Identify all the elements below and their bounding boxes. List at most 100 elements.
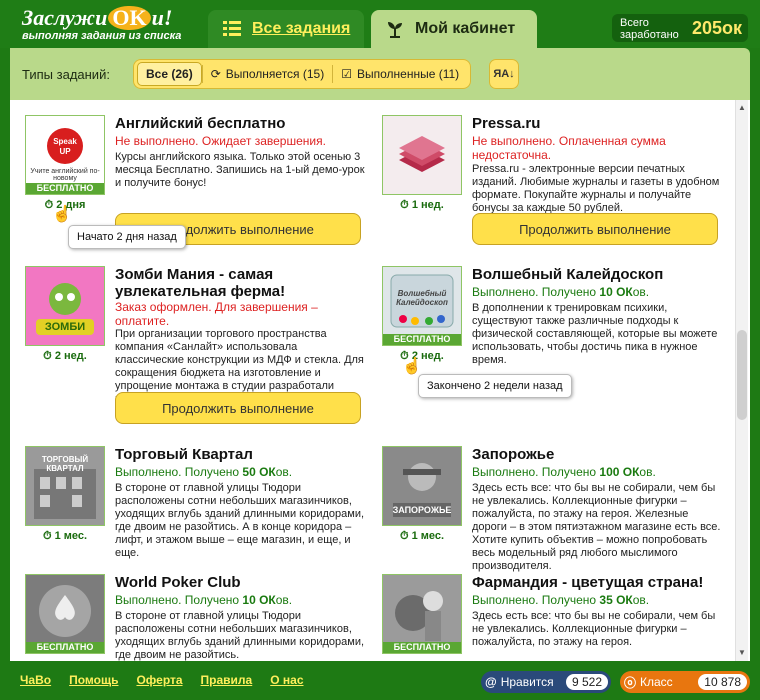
status-suffix: ов. bbox=[632, 593, 650, 607]
status-suffix: ов. bbox=[275, 465, 293, 479]
task-thumbnail[interactable]: Speak UP Учите английский по-новому БЕСПЛ… bbox=[25, 115, 105, 195]
filter-group: Все (26) ⟳ Выполняется (15) ☑ Выполненны… bbox=[133, 59, 472, 89]
free-badge: БЕСПЛАТНО bbox=[383, 642, 461, 653]
filter-done-button[interactable]: ☑ Выполненные (11) bbox=[333, 63, 467, 85]
status-prefix: Выполнено. Получено bbox=[472, 465, 600, 479]
task-thumbnail[interactable]: Волшебный Калейдоскоп БЕСПЛАТНО bbox=[382, 266, 462, 346]
scroll-down-icon[interactable]: ▼ bbox=[737, 647, 747, 659]
started-tooltip: Начато 2 дня назад bbox=[68, 225, 186, 249]
sort-alpha-icon: ЯA bbox=[493, 68, 510, 80]
logo-subtitle: выполняя задания из списка bbox=[22, 30, 182, 42]
task-thumbnail[interactable]: ЗОМБИ bbox=[25, 266, 105, 346]
duration: ⏱ 2 нед. bbox=[25, 350, 105, 363]
thumb-caption: ЗОМБИ bbox=[44, 321, 86, 333]
task-status: Выполнено. Получено 100 ОКов. bbox=[472, 465, 656, 479]
free-badge: БЕСПЛАТНО bbox=[26, 183, 104, 194]
task-thumbnail[interactable]: ТОРГОВЫЙ КВАРТАЛ bbox=[25, 446, 105, 526]
tab-my-cabinet-label: Мой кабинет bbox=[415, 20, 516, 37]
duration-text: 1 мес. bbox=[411, 530, 445, 542]
clock-icon: ⏱ bbox=[43, 350, 52, 362]
task-title[interactable]: Торговый Квартал bbox=[115, 446, 253, 463]
thumb-caption: Учите английский по-новому bbox=[30, 168, 100, 182]
status-amount: 10 ОК bbox=[599, 285, 633, 299]
task-thumbnail[interactable]: БЕСПЛАТНО bbox=[25, 574, 105, 654]
task-status: Выполнено. Получено 10 ОКов. bbox=[472, 285, 649, 299]
task-card: ЗАПОРОЖЬЕ ⏱ 1 мес. Запорожье Выполнено. … bbox=[382, 446, 722, 572]
task-title[interactable]: World Poker Club bbox=[115, 574, 241, 591]
hand-cursor-icon: ☝ bbox=[402, 358, 422, 375]
like-label: Нравится bbox=[500, 675, 554, 689]
scrollbar-thumb[interactable] bbox=[737, 330, 747, 420]
scroll-up-icon[interactable]: ▲ bbox=[737, 102, 747, 114]
filter-all-button[interactable]: Все (26) bbox=[137, 62, 202, 86]
duration: ⏱ 1 нед. bbox=[382, 199, 462, 212]
thumb-caption: ЗАПОРОЖЬЕ bbox=[392, 505, 452, 515]
status-suffix: ов. bbox=[639, 465, 656, 479]
task-thumbnail[interactable]: ЗАПОРОЖЬЕ bbox=[382, 446, 462, 526]
footer-links: ЧаВо Помощь Оферта Правила О нас bbox=[20, 673, 304, 687]
duration: ⏱ 2 нед. bbox=[382, 350, 462, 363]
like-button[interactable]: @ Нравится 9 522 bbox=[481, 671, 611, 693]
clock-icon: ⏱ bbox=[399, 530, 409, 542]
at-icon: @ bbox=[485, 675, 497, 689]
footer-link-about[interactable]: О нас bbox=[270, 673, 303, 687]
task-card: БЕСПЛАТНО World Poker Club Выполнено. По… bbox=[25, 574, 365, 661]
tab-all-tasks[interactable]: Все задания bbox=[208, 10, 364, 48]
task-title[interactable]: Английский бесплатно bbox=[115, 115, 285, 132]
continue-button[interactable]: Продолжить выполнение bbox=[472, 213, 718, 245]
tab-my-cabinet[interactable]: Мой кабинет bbox=[371, 10, 537, 48]
free-badge: БЕСПЛАТНО bbox=[383, 334, 461, 345]
sort-arrow-icon: ↓ bbox=[509, 68, 515, 80]
task-title[interactable]: Pressa.ru bbox=[472, 115, 540, 132]
header: Заслужи OK и! выполняя задания из списка… bbox=[0, 0, 760, 48]
refresh-icon: ⟳ bbox=[210, 67, 221, 81]
continue-button[interactable]: Продолжить выполнение bbox=[115, 392, 361, 424]
task-description: Pressa.ru - электронные версии печатных … bbox=[472, 163, 720, 214]
task-description: В стороне от главной улицы Тюдори распол… bbox=[115, 610, 365, 661]
task-description: Здесь есть все: что бы вы не собирали, ч… bbox=[472, 482, 721, 572]
thumb-caption: Волшебный Калейдоскоп bbox=[396, 289, 448, 307]
task-card: ТОРГОВЫЙ КВАРТАЛ ⏱ 1 мес. Торговый Кварт… bbox=[25, 446, 365, 559]
duration: ⏱ 1 мес. bbox=[25, 530, 105, 543]
task-title[interactable]: Фармандия - цветущая страна! bbox=[472, 574, 703, 591]
logo[interactable]: Заслужи OK и! выполняя задания из списка bbox=[22, 5, 182, 43]
sort-button[interactable]: ЯA ↓ bbox=[489, 59, 519, 89]
task-description: В дополнении к тренировкам психики, суще… bbox=[472, 302, 718, 366]
tab-all-tasks-label: Все задания bbox=[252, 20, 351, 37]
logo-title-a: Заслужи bbox=[22, 5, 108, 30]
logo-ok-badge: OK bbox=[108, 6, 151, 30]
footer-link-help[interactable]: Помощь bbox=[69, 673, 118, 687]
clock-icon: ⏱ bbox=[42, 530, 52, 542]
task-thumbnail[interactable] bbox=[382, 115, 462, 195]
scrollbar[interactable]: ▲ ▼ bbox=[735, 100, 748, 661]
task-status: Выполнено. Получено 35 ОКов. bbox=[472, 593, 649, 607]
task-description: Здесь есть все: что бы вы не собирали, ч… bbox=[472, 610, 716, 648]
filter-in-progress-button[interactable]: ⟳ Выполняется (15) bbox=[203, 63, 333, 85]
footer-link-faq[interactable]: ЧаВо bbox=[20, 673, 51, 687]
task-status: Выполнено. Получено 10 ОКов. bbox=[115, 593, 292, 607]
task-description: В стороне от главной улицы Тюдори распол… bbox=[115, 482, 365, 559]
task-status: Не выполнено. Ожидает завершения. bbox=[115, 134, 326, 148]
earned-total: Всего заработано 205ок bbox=[612, 14, 748, 42]
task-status: Выполнено. Получено 50 ОКов. bbox=[115, 465, 292, 479]
task-thumbnail[interactable]: БЕСПЛАТНО bbox=[382, 574, 462, 654]
duration-text: 1 мес. bbox=[54, 530, 88, 542]
task-list[interactable]: Speak UP Учите английский по-новому БЕСПЛ… bbox=[10, 100, 750, 661]
status-amount: 35 ОК bbox=[599, 593, 633, 607]
checkbox-icon: ☑ bbox=[341, 67, 352, 81]
duration-text: 2 нед. bbox=[54, 350, 87, 362]
class-count: 10 878 bbox=[698, 674, 747, 690]
footer-link-offer[interactable]: Оферта bbox=[136, 673, 182, 687]
task-title[interactable]: Волшебный Калейдоскоп bbox=[472, 266, 663, 283]
footer-link-rules[interactable]: Правила bbox=[201, 673, 253, 687]
status-suffix: ов. bbox=[275, 593, 293, 607]
sprout-icon bbox=[385, 19, 405, 39]
like-count: 9 522 bbox=[565, 674, 608, 690]
task-title[interactable]: Запорожье bbox=[472, 446, 554, 463]
earned-label: Всего заработано bbox=[620, 17, 679, 41]
status-amount: 10 ОК bbox=[242, 593, 276, 607]
status-amount: 50 ОК bbox=[242, 465, 276, 479]
task-title[interactable]: Зомби Мания - самая увлекательная ферма! bbox=[115, 266, 345, 300]
class-button[interactable]: ⓞ Класс 10 878 bbox=[620, 671, 750, 693]
filter-done-label: Выполненные (11) bbox=[357, 67, 460, 81]
